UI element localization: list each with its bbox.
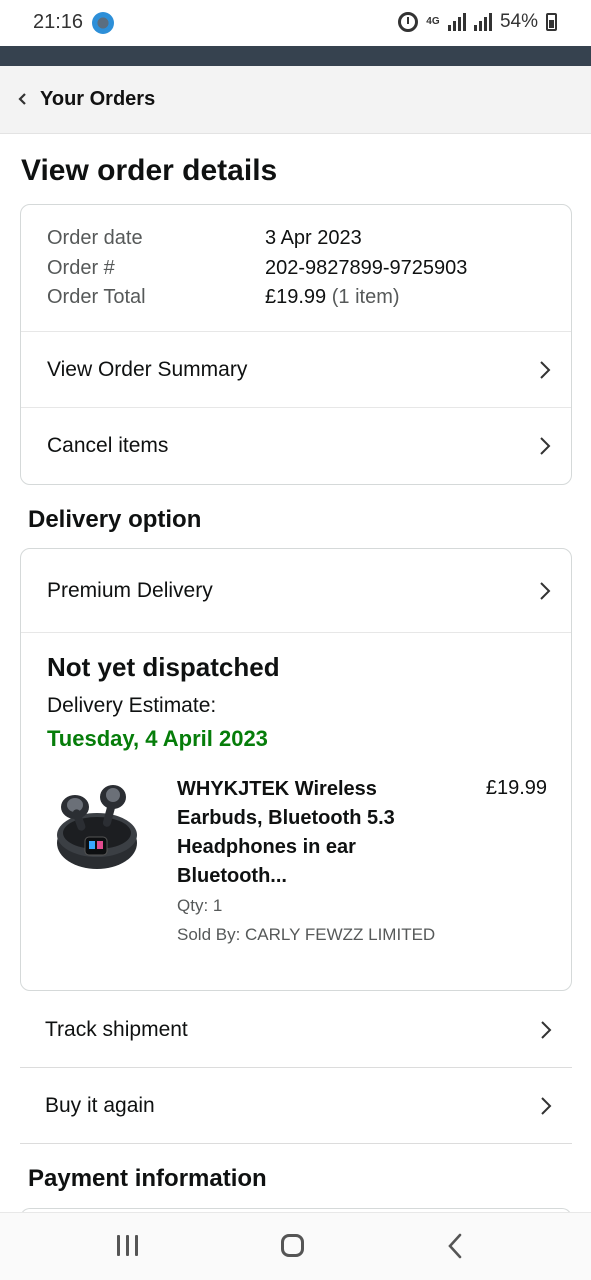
order-date-label: Order date xyxy=(47,227,143,249)
cancel-items-label: Cancel items xyxy=(47,434,169,457)
breadcrumb-label: Your Orders xyxy=(40,88,156,110)
signal-2-icon xyxy=(473,13,492,31)
android-nav-bar xyxy=(0,1212,591,1280)
alarm-icon xyxy=(397,12,418,32)
buy-it-again-label: Buy it again xyxy=(45,1094,155,1117)
network-type-label: 4G xyxy=(426,16,440,27)
home-icon[interactable] xyxy=(281,1234,304,1257)
cancel-items-link[interactable]: Cancel items xyxy=(21,408,571,484)
signal-icon xyxy=(447,13,466,31)
product-title-link[interactable]: WHYKJTEK Wireless Earbuds, Bluetooth 5.3… xyxy=(177,775,445,891)
chevron-right-icon xyxy=(540,1096,552,1116)
dispatch-status: Not yet dispatched xyxy=(47,652,280,682)
order-total-items: (1 item) xyxy=(331,286,400,308)
delivery-option-label: Premium Delivery xyxy=(47,578,213,602)
order-total-label: Order Total xyxy=(47,286,146,308)
delivery-option-heading: Delivery option xyxy=(28,506,202,533)
app-header-strip xyxy=(0,46,591,66)
payment-information-heading: Payment information xyxy=(28,1165,267,1192)
chevron-right-icon xyxy=(539,581,551,601)
chevron-right-icon xyxy=(539,360,551,380)
divider xyxy=(20,1143,572,1144)
back-icon[interactable] xyxy=(447,1233,463,1264)
delivery-estimate-label: Delivery Estimate: xyxy=(47,694,217,717)
page-title: View order details xyxy=(21,154,278,187)
order-total-amount: £19.99 xyxy=(265,286,327,308)
battery-icon xyxy=(546,13,557,31)
product-quantity: Qty: 1 xyxy=(177,896,223,915)
buy-it-again-link[interactable]: Buy it again xyxy=(20,1068,572,1144)
divider xyxy=(21,632,571,633)
order-summary-card: Order date 3 Apr 2023 Order # 202-982789… xyxy=(20,204,572,485)
order-date-value: 3 Apr 2023 xyxy=(265,227,362,249)
track-shipment-label: Track shipment xyxy=(45,1018,188,1041)
battery-percent: 54% xyxy=(499,11,538,32)
status-bar: 21:16 4G 54% xyxy=(0,0,591,46)
view-order-summary-link[interactable]: View Order Summary xyxy=(21,332,571,408)
track-shipment-link[interactable]: Track shipment xyxy=(20,992,572,1068)
chevron-right-icon xyxy=(539,436,551,456)
product-price: £19.99 xyxy=(485,777,547,799)
order-total-value: £19.99 (1 item) xyxy=(265,286,400,309)
status-time: 21:16 xyxy=(33,11,84,33)
premium-delivery-link[interactable]: Premium Delivery xyxy=(21,549,571,632)
status-icons: 4G 54% xyxy=(397,11,557,33)
recents-icon[interactable] xyxy=(117,1235,139,1257)
earbuds-product-image[interactable] xyxy=(51,781,145,873)
order-number-label: Order # xyxy=(47,257,115,279)
chevron-left-icon xyxy=(18,86,28,112)
breadcrumb-your-orders[interactable]: Your Orders xyxy=(0,66,591,134)
delivery-card: Premium Delivery Not yet dispatched Deli… xyxy=(20,548,572,991)
app-notification-icon xyxy=(92,12,114,34)
delivery-estimate-date: Tuesday, 4 April 2023 xyxy=(47,726,268,751)
order-number-value: 202-9827899-9725903 xyxy=(265,257,468,279)
view-order-summary-label: View Order Summary xyxy=(47,358,248,381)
chevron-right-icon xyxy=(540,1020,552,1040)
product-seller: Sold By: CARLY FEWZZ LIMITED xyxy=(177,925,436,944)
